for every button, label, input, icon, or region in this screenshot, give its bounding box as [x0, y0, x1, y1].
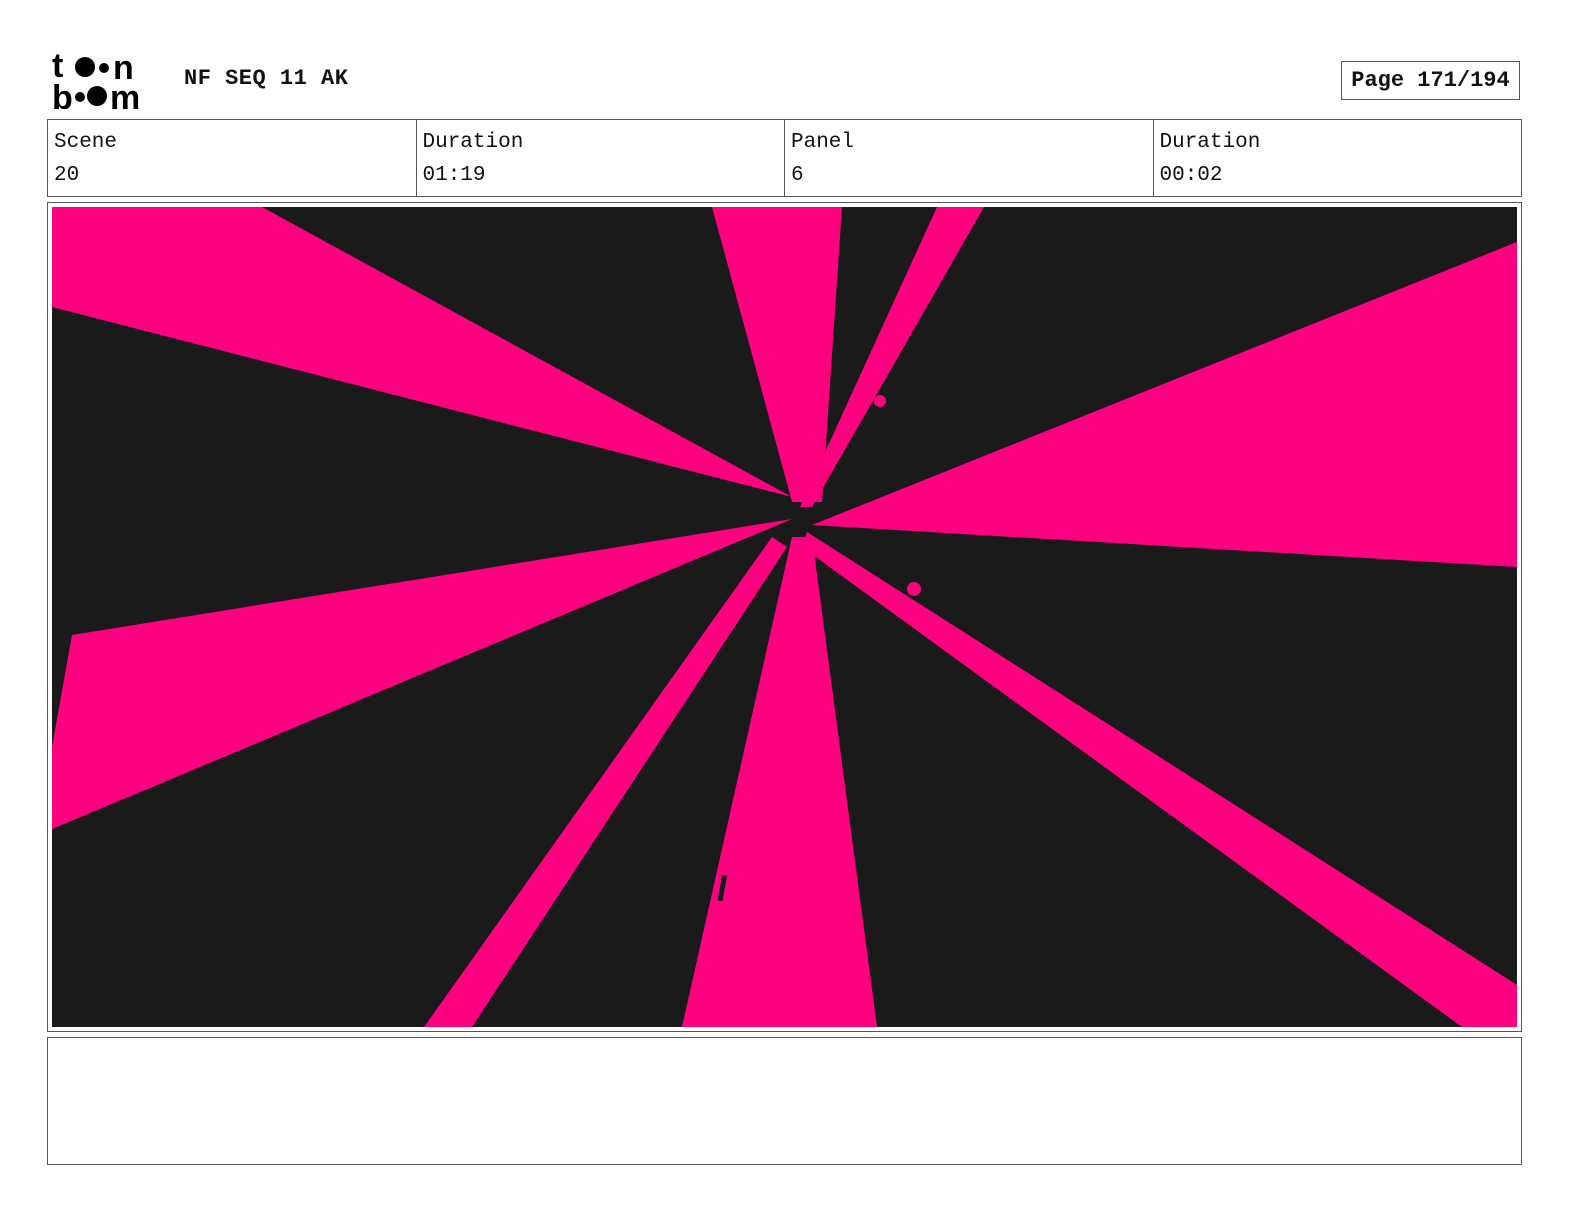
- svg-text:b: b: [52, 79, 73, 112]
- page-indicator: Page 171/194: [1341, 61, 1520, 100]
- panel-notes-box: [47, 1037, 1522, 1165]
- scene-cell: Scene 20: [48, 120, 417, 196]
- panel-duration-cell: Duration 00:02: [1154, 120, 1522, 196]
- scene-duration-cell: Duration 01:19: [417, 120, 785, 196]
- project-title: NF SEQ 11 AK: [184, 66, 349, 91]
- panel-cell: Panel 6: [785, 120, 1154, 196]
- speck: [907, 582, 921, 596]
- svg-text:m: m: [110, 79, 140, 112]
- toonboom-logo: t n b m: [52, 50, 140, 112]
- scene-duration-value: 01:19: [422, 164, 486, 187]
- panel-duration-label: Duration: [1159, 131, 1261, 154]
- storyboard-panel-frame: [47, 202, 1522, 1032]
- storyboard-panel-image: [52, 207, 1517, 1027]
- panel-duration-value: 00:02: [1159, 164, 1223, 187]
- scene-duration-label: Duration: [422, 131, 524, 154]
- scene-label: Scene: [54, 131, 118, 154]
- speck: [874, 395, 886, 407]
- panel-label: Panel: [791, 131, 855, 154]
- panel-value: 6: [791, 164, 804, 187]
- scene-info-table: Scene 20 Duration 01:19 Panel 6 Duration…: [47, 119, 1522, 197]
- scene-value: 20: [54, 164, 80, 187]
